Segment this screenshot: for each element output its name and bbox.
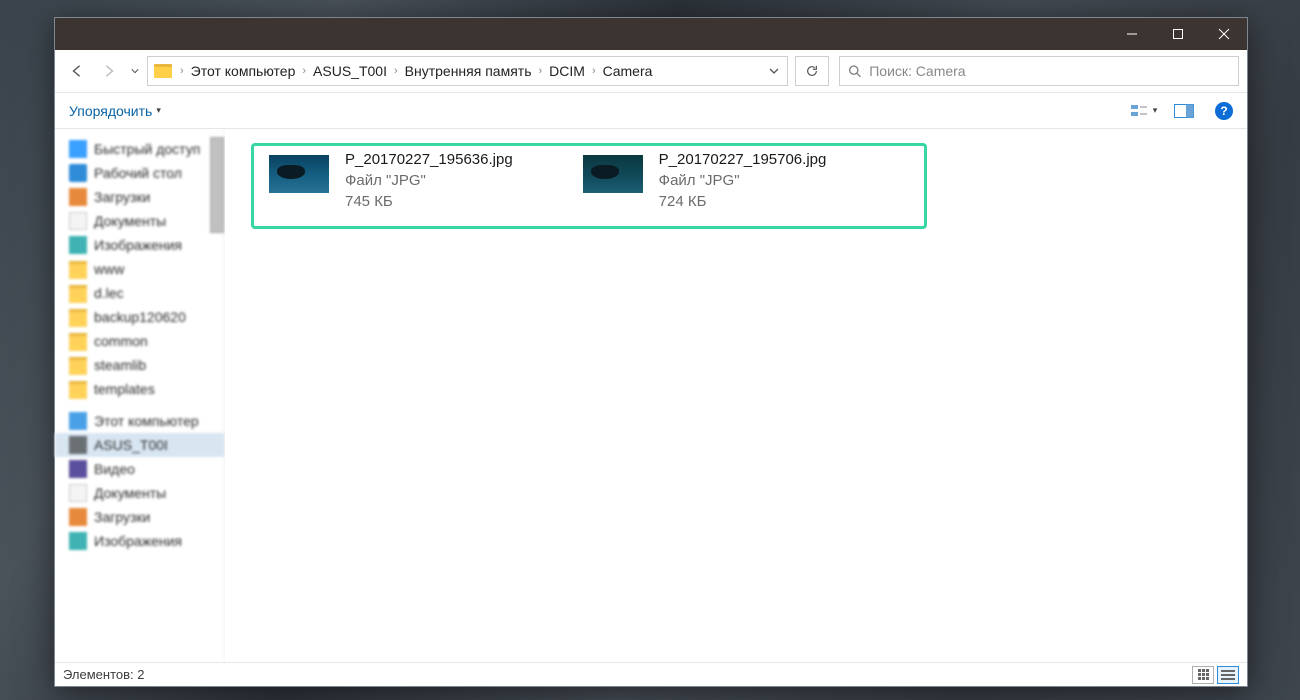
sidebar-item-label: steamlib — [94, 357, 146, 373]
navigation-pane[interactable]: Быстрый доступ Рабочий стол Загрузки Док… — [55, 129, 225, 662]
sidebar-item-this-pc[interactable]: Этот компьютер — [55, 409, 224, 433]
address-bar-row: › Этот компьютер › ASUS_T00I › Внутрення… — [55, 50, 1247, 93]
breadcrumb-item[interactable]: Camera — [600, 61, 656, 81]
sidebar-item-label: Видео — [94, 461, 135, 477]
sidebar-item-label: Изображения — [94, 237, 182, 253]
search-box[interactable] — [839, 56, 1239, 86]
file-size: 724 КБ — [659, 193, 827, 210]
minimize-button[interactable] — [1109, 18, 1155, 50]
sidebar-item-device[interactable]: ASUS_T00I — [55, 433, 224, 457]
status-item-count: Элементов: 2 — [63, 667, 144, 682]
sidebar-item-label: Загрузки — [94, 509, 150, 525]
sidebar-item-label: Рабочий стол — [94, 165, 182, 181]
address-bar[interactable]: › Этот компьютер › ASUS_T00I › Внутрення… — [147, 56, 788, 86]
refresh-button[interactable] — [795, 56, 829, 86]
address-dropdown-icon[interactable] — [763, 66, 785, 76]
sidebar-item-label: ASUS_T00I — [94, 437, 168, 453]
search-icon — [848, 64, 861, 78]
sidebar-item-folder[interactable]: d.lec — [55, 281, 224, 305]
forward-button[interactable] — [95, 57, 123, 85]
back-button[interactable] — [63, 57, 91, 85]
chevron-right-icon: › — [176, 65, 188, 77]
sidebar-item-pictures[interactable]: Изображения — [55, 529, 224, 553]
scrollbar-thumb[interactable] — [210, 137, 224, 233]
search-input[interactable] — [869, 63, 1230, 79]
sidebar-item-desktop[interactable]: Рабочий стол — [55, 161, 224, 185]
body: Быстрый доступ Рабочий стол Загрузки Док… — [55, 129, 1247, 662]
chevron-down-icon: ▾ — [156, 105, 161, 116]
sidebar-item-downloads[interactable]: Загрузки — [55, 185, 224, 209]
chevron-right-icon: › — [390, 65, 402, 77]
help-icon: ? — [1215, 102, 1233, 120]
help-button[interactable]: ? — [1209, 99, 1239, 123]
view-large-icons-button[interactable] — [1192, 666, 1214, 684]
sidebar-item-folder[interactable]: steamlib — [55, 353, 224, 377]
titlebar — [55, 18, 1247, 50]
sidebar-item-documents[interactable]: Документы — [55, 481, 224, 505]
sidebar-item-label: templates — [94, 381, 155, 397]
sidebar-item-folder[interactable]: www — [55, 257, 224, 281]
sidebar-item-label: Загрузки — [94, 189, 150, 205]
close-button[interactable] — [1201, 18, 1247, 50]
file-type: Файл "JPG" — [345, 172, 513, 189]
view-details-button[interactable] — [1217, 666, 1239, 684]
maximize-button[interactable] — [1155, 18, 1201, 50]
folder-icon — [152, 60, 174, 82]
sidebar-item-label: Этот компьютер — [94, 413, 199, 429]
breadcrumb-item[interactable]: Этот компьютер — [188, 61, 299, 81]
explorer-window: › Этот компьютер › ASUS_T00I › Внутрення… — [54, 17, 1248, 687]
sidebar-item-label: backup120620 — [94, 309, 186, 325]
breadcrumb-item[interactable]: DCIM — [546, 61, 588, 81]
sidebar-item-label: Документы — [94, 485, 166, 501]
breadcrumb-item[interactable]: ASUS_T00I — [310, 61, 390, 81]
sidebar-item-label: Быстрый доступ — [94, 141, 200, 157]
sidebar-item-folder[interactable]: backup120620 — [55, 305, 224, 329]
sidebar-item-label: d.lec — [94, 285, 124, 301]
sidebar-item-pictures[interactable]: Изображения — [55, 233, 224, 257]
sidebar-item-quick-access[interactable]: Быстрый доступ — [55, 137, 224, 161]
toolbar: Упорядочить ▾ ▾ ? — [55, 93, 1247, 129]
file-thumbnail — [583, 155, 643, 193]
file-thumbnail — [269, 155, 329, 193]
sidebar-item-documents[interactable]: Документы — [55, 209, 224, 233]
file-name: P_20170227_195706.jpg — [659, 151, 827, 168]
file-list-area[interactable]: P_20170227_195636.jpg Файл "JPG" 745 КБ … — [225, 129, 1247, 662]
sidebar-item-downloads[interactable]: Загрузки — [55, 505, 224, 529]
chevron-right-icon: › — [298, 65, 310, 77]
file-item[interactable]: P_20170227_195706.jpg Файл "JPG" 724 КБ — [583, 151, 827, 210]
chevron-right-icon: › — [588, 65, 600, 77]
view-options-button[interactable]: ▾ — [1129, 99, 1159, 123]
sidebar-item-label: Изображения — [94, 533, 182, 549]
sidebar-item-label: Документы — [94, 213, 166, 229]
sidebar-item-label: www — [94, 261, 124, 277]
organize-label: Упорядочить — [69, 103, 152, 119]
status-bar: Элементов: 2 — [55, 662, 1247, 686]
chevron-right-icon: › — [535, 65, 547, 77]
preview-pane-button[interactable] — [1169, 99, 1199, 123]
file-name: P_20170227_195636.jpg — [345, 151, 513, 168]
sidebar-item-folder[interactable]: templates — [55, 377, 224, 401]
file-type: Файл "JPG" — [659, 172, 827, 189]
sidebar-item-folder[interactable]: common — [55, 329, 224, 353]
file-item[interactable]: P_20170227_195636.jpg Файл "JPG" 745 КБ — [269, 151, 513, 210]
sidebar-item-videos[interactable]: Видео — [55, 457, 224, 481]
organize-menu[interactable]: Упорядочить ▾ — [63, 99, 167, 123]
breadcrumb-item[interactable]: Внутренняя память — [402, 61, 535, 81]
recent-locations-dropdown[interactable] — [127, 67, 143, 75]
sidebar-item-label: common — [94, 333, 148, 349]
file-size: 745 КБ — [345, 193, 513, 210]
